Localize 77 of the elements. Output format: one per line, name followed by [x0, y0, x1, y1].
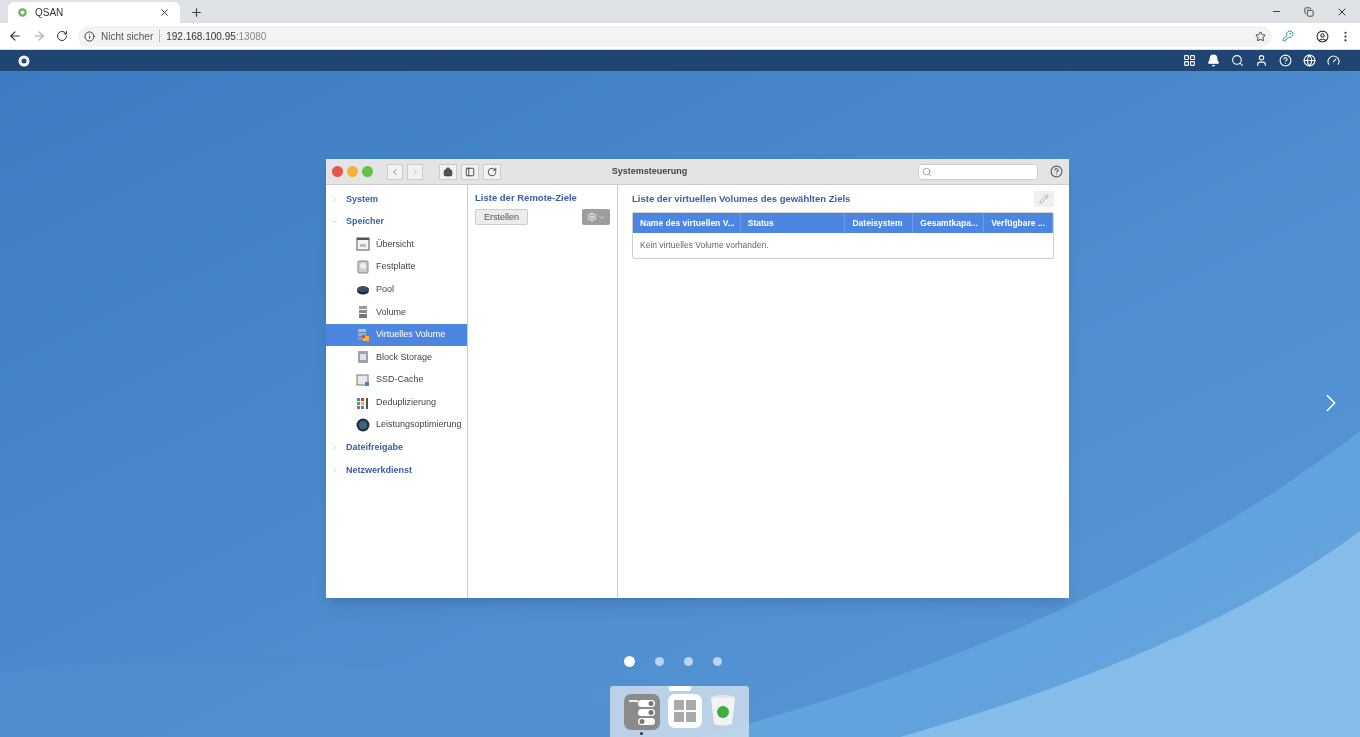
apps-icon — [667, 694, 702, 728]
back-icon[interactable] — [8, 29, 22, 43]
search-field[interactable] — [918, 163, 1038, 180]
dashboard-icon[interactable] — [1327, 54, 1340, 67]
apps-grid-icon[interactable] — [1183, 54, 1196, 67]
sidebar-group[interactable]: Speicher — [326, 210, 467, 234]
close-tab-icon[interactable] — [159, 7, 170, 18]
user-icon[interactable] — [1255, 54, 1268, 67]
refresh-button[interactable] — [483, 163, 501, 180]
settings-app-icon — [623, 694, 660, 730]
volume-icon — [356, 305, 370, 320]
new-tab-icon[interactable] — [190, 6, 203, 19]
language-icon[interactable] — [1303, 54, 1316, 67]
help-icon[interactable] — [1050, 165, 1063, 178]
home-button[interactable] — [439, 163, 457, 180]
restore-icon[interactable] — [1304, 6, 1314, 17]
group-label: Netzwerkdienst — [346, 463, 413, 477]
settings-dropdown[interactable] — [582, 209, 610, 226]
panel-title: Liste der virtuellen Volumes des gewählten Ziels — [632, 191, 851, 206]
url-text: 192.168.100.95:13080 — [166, 29, 267, 44]
notification-icon[interactable] — [1207, 54, 1220, 67]
panel-icon — [465, 166, 475, 177]
column-header[interactable]: Verfügbare ... — [984, 213, 1053, 233]
ssd-icon — [356, 373, 370, 388]
group-label: Dateifreigabe — [346, 441, 404, 455]
panel-title: Liste der Remote-Ziele — [475, 191, 578, 205]
chevron-left-icon — [390, 166, 400, 177]
column-header[interactable]: Dateisystem — [845, 213, 914, 233]
sidebar-item[interactable]: Deduplizierung — [326, 391, 467, 414]
sidebar-item[interactable]: SSD-Cache — [326, 368, 467, 392]
block-storage-icon — [356, 350, 370, 365]
overview-icon — [356, 237, 370, 252]
reload-icon[interactable] — [56, 30, 68, 42]
logo-icon[interactable] — [18, 54, 30, 67]
gear-icon — [587, 212, 597, 223]
virtual-volume-icon — [356, 327, 370, 342]
recycle-bin-icon — [709, 694, 736, 726]
empty-message: Kein virtuelles Volume vorhanden. — [640, 239, 769, 252]
bookmark-star-icon[interactable] — [1255, 30, 1266, 42]
column-header[interactable]: Status — [740, 213, 846, 233]
sidebar-group[interactable]: System — [326, 188, 467, 211]
sidebar-group[interactable]: Netzwerkdienst — [326, 459, 467, 482]
sidebar-group[interactable]: Dateifreigabe — [326, 436, 467, 460]
gauge-icon — [356, 418, 370, 433]
search-icon[interactable] — [1231, 54, 1244, 67]
pencil-icon — [1039, 194, 1049, 204]
column-header[interactable]: Name des virtuellen V... — [633, 213, 741, 233]
sidebar-toggle-button[interactable] — [461, 163, 479, 180]
browser-tab[interactable]: QSAN — [8, 2, 180, 23]
tab-title: QSAN — [35, 6, 65, 20]
refresh-icon — [487, 166, 497, 177]
window-title: Systemsteuerung — [611, 164, 688, 178]
sidebar-item[interactable]: Leistungsoptimierung — [326, 413, 467, 437]
dock-item[interactable] — [623, 694, 660, 735]
home-icon — [443, 166, 453, 177]
create-button[interactable]: Erstellen — [475, 209, 528, 226]
caret-icon — [598, 213, 605, 221]
key-icon[interactable] — [1282, 30, 1294, 42]
column-header[interactable]: Gesamtkapa... — [913, 213, 985, 233]
dock-handle[interactable] — [669, 686, 691, 691]
close-window-icon[interactable] — [332, 166, 343, 177]
site-icon — [18, 8, 27, 17]
info-icon — [84, 30, 95, 42]
sidebar-item[interactable]: Volume — [326, 300, 467, 324]
group-label: System — [346, 192, 379, 206]
sidebar-item[interactable]: Block Storage — [326, 346, 467, 369]
group-label: Speicher — [346, 215, 385, 229]
sidebar-item[interactable]: Übersicht — [326, 233, 467, 256]
sidebar-item[interactable]: Pool — [326, 278, 467, 301]
chevron-right-icon — [410, 166, 420, 177]
sidebar-item[interactable]: Virtuelles Volume — [326, 323, 467, 347]
dedup-icon — [356, 395, 370, 410]
search-icon — [922, 166, 932, 177]
address-field[interactable]: Nicht sicher 192.168.100.95:13080 — [78, 25, 1272, 47]
sidebar-item[interactable]: Festplatte — [326, 255, 467, 279]
security-label: Nicht sicher — [101, 29, 154, 44]
profile-icon[interactable] — [1316, 29, 1329, 43]
